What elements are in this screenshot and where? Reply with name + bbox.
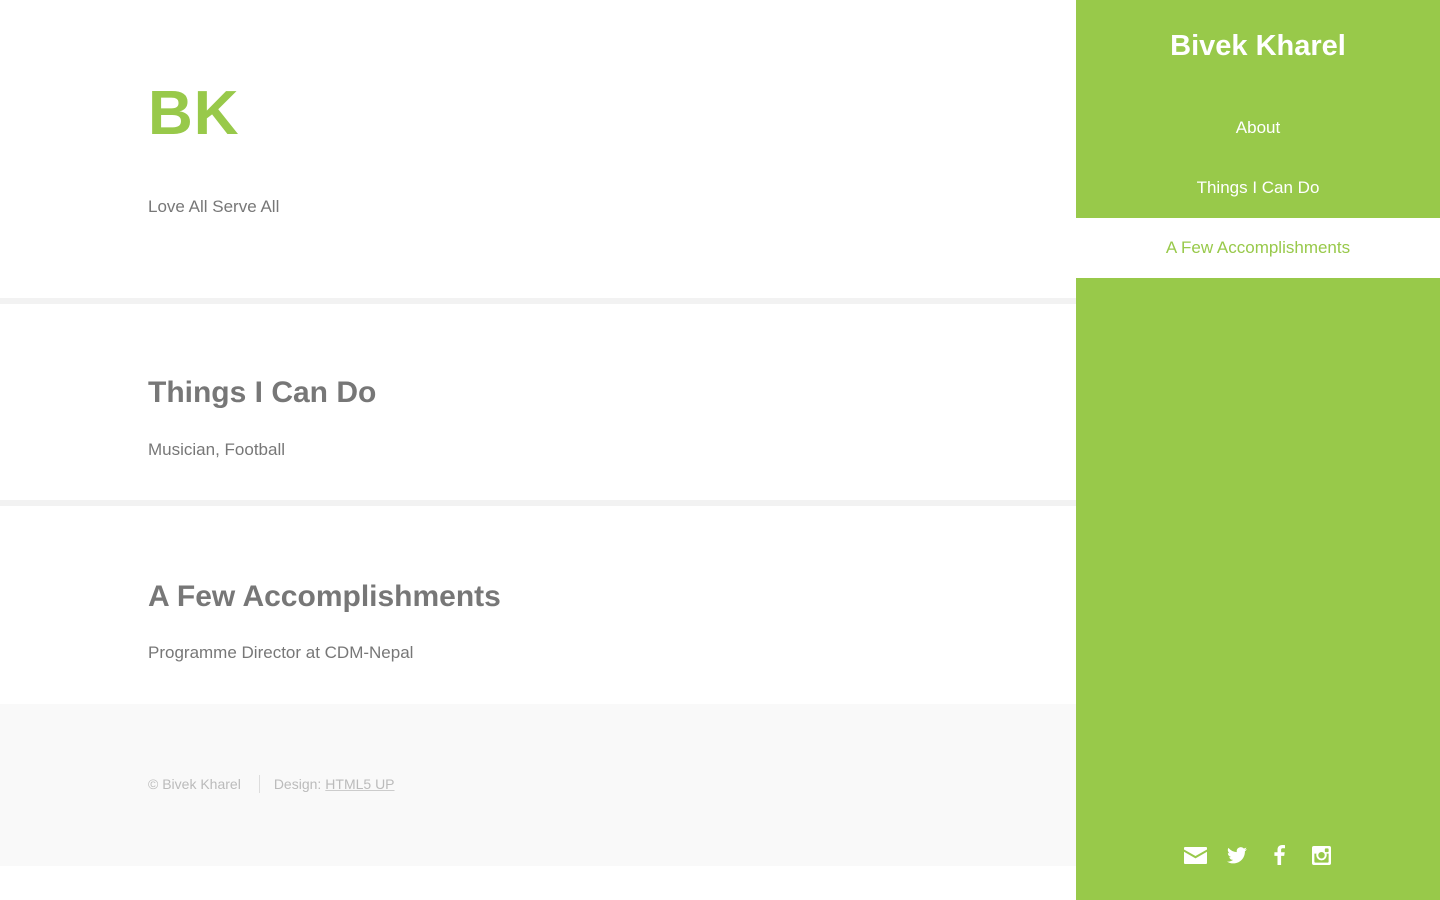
accomplishments-section: A Few Accomplishments Programme Director…	[0, 506, 1076, 704]
footer: © Bivek Kharel Design: HTML5 UP	[0, 704, 1076, 866]
design-credit-link[interactable]: HTML5 UP	[325, 776, 394, 792]
footer-separator	[258, 775, 260, 793]
envelope-icon[interactable]	[1183, 843, 1207, 867]
accomplishments-heading: A Few Accomplishments	[148, 580, 501, 613]
footer-copyright-row: © Bivek Kharel Design: HTML5 UP	[148, 775, 395, 793]
nav-item-accomplishments[interactable]: A Few Accomplishments	[1076, 218, 1440, 278]
nav-item-about[interactable]: About	[1076, 98, 1440, 158]
things-section: Things I Can Do Musician, Football	[0, 304, 1076, 500]
copyright-text: © Bivek Kharel	[148, 776, 241, 792]
social-links	[1076, 843, 1440, 867]
design-label: Design:	[273, 776, 322, 792]
instagram-icon[interactable]	[1309, 843, 1333, 867]
things-heading: Things I Can Do	[148, 376, 377, 409]
twitter-icon[interactable]	[1225, 843, 1249, 867]
accomplishments-text: Programme Director at CDM-Nepal	[148, 643, 414, 662]
main-content: BK Love All Serve All Things I Can Do Mu…	[0, 0, 1076, 900]
things-text: Musician, Football	[148, 440, 286, 459]
nav-item-things-i-can-do[interactable]: Things I Can Do	[1076, 158, 1440, 218]
tagline: Love All Serve All	[148, 197, 280, 216]
logo-initials: BK	[148, 79, 240, 148]
sidebar: Bivek Kharel About Things I Can Do A Few…	[1076, 0, 1440, 900]
intro-section: BK Love All Serve All	[0, 0, 1076, 298]
site-owner-name: Bivek Kharel	[1170, 30, 1346, 62]
facebook-icon[interactable]	[1267, 843, 1291, 867]
sidebar-nav: About Things I Can Do A Few Accomplishme…	[1076, 98, 1440, 278]
